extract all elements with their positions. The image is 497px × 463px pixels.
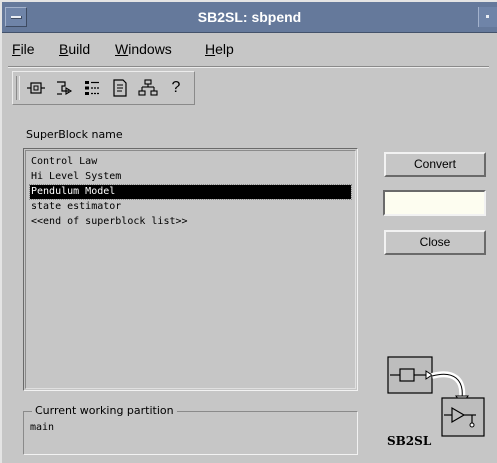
close-button[interactable]: Close bbox=[384, 230, 486, 255]
menu-build-label: uild bbox=[68, 41, 91, 57]
list-item[interactable]: Control Law bbox=[30, 155, 351, 169]
list-item-selected[interactable]: Pendulum Model bbox=[29, 184, 352, 200]
help-icon[interactable]: ? bbox=[166, 78, 186, 98]
menu-file-label: ile bbox=[20, 41, 35, 57]
menu-bar: File Build Windows Help bbox=[2, 33, 497, 65]
document-icon[interactable] bbox=[110, 78, 130, 98]
list-item[interactable]: state estimator bbox=[30, 200, 351, 214]
list-item[interactable]: <<end of superblock list>> bbox=[30, 215, 351, 229]
output-field[interactable] bbox=[383, 190, 486, 216]
superblock-list-inner: Control Law Hi Level System Pendulum Mod… bbox=[25, 150, 356, 389]
build-icon[interactable] bbox=[54, 78, 74, 98]
menu-windows-mnemonic: W bbox=[115, 41, 129, 57]
title-bar[interactable]: SB2SL: sbpend bbox=[2, 2, 497, 33]
menu-file[interactable]: File bbox=[12, 41, 35, 57]
menu-windows[interactable]: Windows bbox=[115, 41, 172, 57]
sb2sl-logo: SB2SL bbox=[382, 352, 492, 457]
superblock-name-label: SuperBlock name bbox=[26, 128, 123, 141]
convert-button[interactable]: Convert bbox=[384, 152, 486, 177]
window-title: SB2SL: sbpend bbox=[197, 9, 302, 25]
menu-build[interactable]: Build bbox=[59, 41, 90, 57]
sb2sl-logo-graphic bbox=[387, 356, 485, 437]
toolbar: ? bbox=[12, 71, 195, 105]
list-icon[interactable] bbox=[82, 78, 102, 98]
sb2sl-logo-text: SB2SL bbox=[387, 434, 432, 448]
hierarchy-icon[interactable] bbox=[138, 78, 158, 98]
partition-group: Current working partition main bbox=[23, 404, 358, 455]
menu-windows-label: indows bbox=[128, 41, 172, 57]
partition-label: Current working partition bbox=[32, 404, 177, 417]
menu-file-mnemonic: F bbox=[12, 41, 21, 57]
menu-help-label: elp bbox=[215, 41, 234, 57]
superblock-list[interactable]: Control Law Hi Level System Pendulum Mod… bbox=[23, 148, 358, 391]
list-item[interactable]: Hi Level System bbox=[30, 170, 351, 184]
superblock-icon[interactable] bbox=[26, 78, 46, 98]
menu-build-mnemonic: B bbox=[59, 41, 69, 57]
menu-separator bbox=[8, 66, 489, 68]
toolbar-grip[interactable] bbox=[16, 76, 20, 100]
window-maximize-button[interactable] bbox=[478, 7, 497, 27]
menu-help-mnemonic: H bbox=[205, 41, 216, 57]
menu-help[interactable]: Help bbox=[205, 41, 234, 57]
app-window: SB2SL: sbpend File Build Windows Help ? … bbox=[0, 0, 497, 463]
partition-value: main bbox=[30, 422, 55, 433]
